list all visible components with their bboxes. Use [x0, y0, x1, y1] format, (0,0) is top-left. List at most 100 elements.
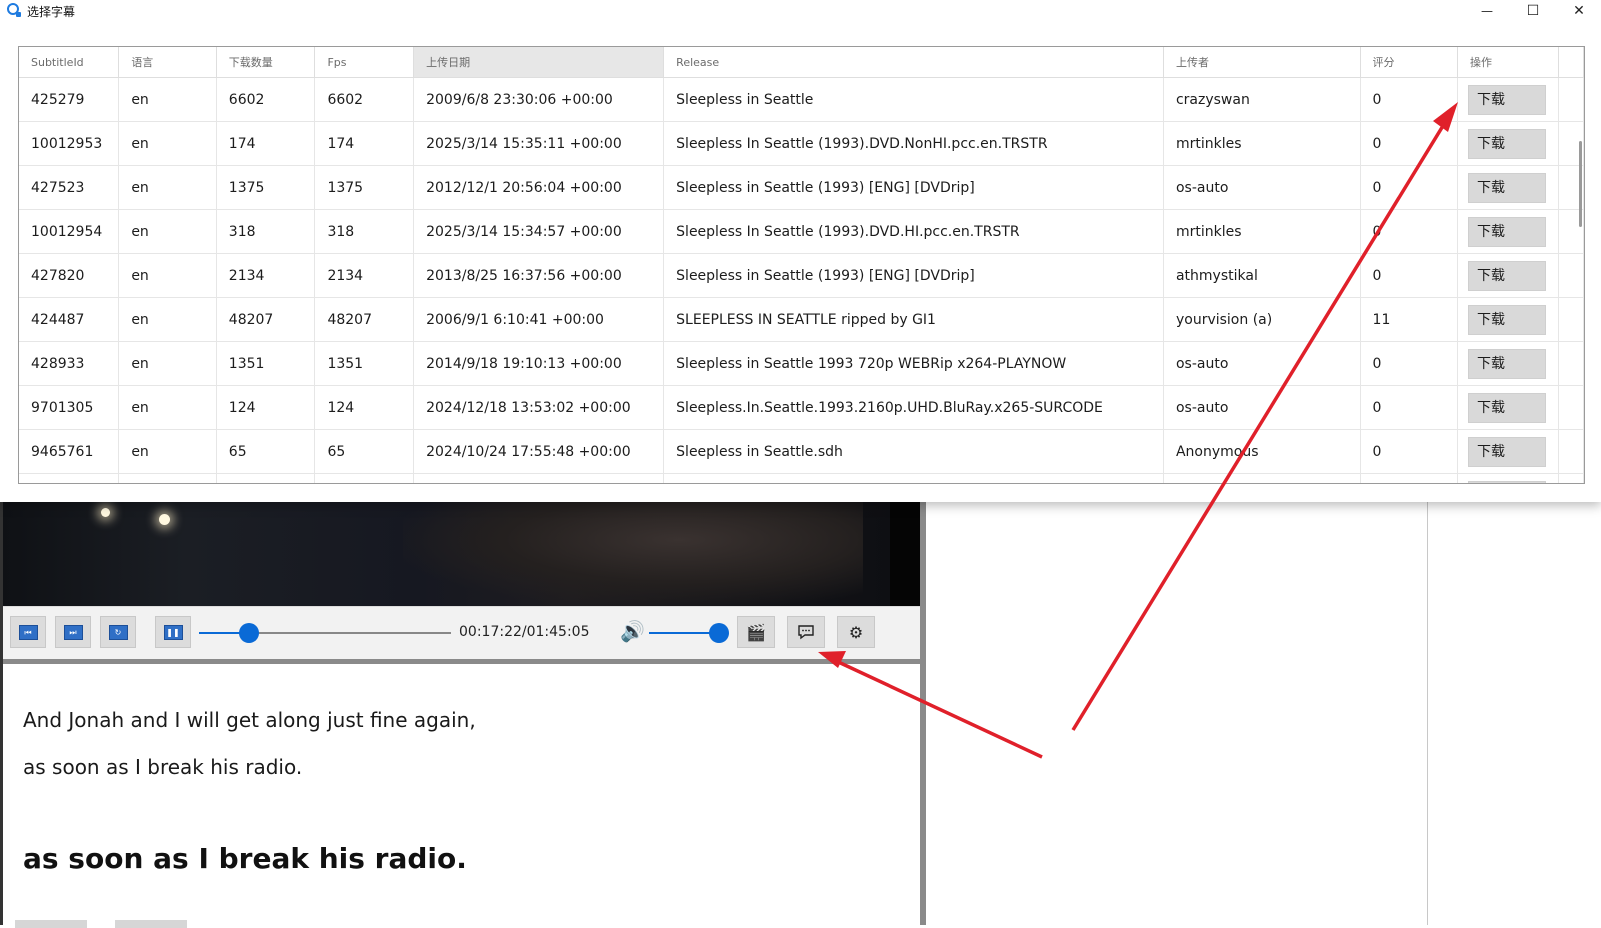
- video-button[interactable]: 🎬: [737, 616, 775, 648]
- video-light: [159, 514, 170, 525]
- download-button[interactable]: 下载: [1468, 128, 1547, 159]
- cell-fps: 2134: [314, 253, 415, 298]
- cell-upload-date: 2025/3/14 15:34:57 +00:00: [413, 209, 665, 254]
- table-row[interactable]: 427523 en 1375 1375 2012/12/1 20:56:04 +…: [19, 165, 1584, 210]
- column-header-filler: [1558, 47, 1584, 78]
- gear-icon: ⚙: [848, 622, 864, 642]
- cell-release: Sleepless in Seattle 1993 720p WEBRip x2…: [663, 341, 1164, 386]
- download-button[interactable]: 下载: [1468, 436, 1547, 467]
- cell-upload-date: 2024/12/18 13:53:02 +00:00: [413, 385, 665, 430]
- pause-icon: ❚❚: [163, 624, 183, 640]
- cell-fps: 1351: [314, 341, 415, 386]
- table-row[interactable]: 9465761 en 65 65 2024/10/24 17:55:48 +00…: [19, 429, 1584, 474]
- subtitle-button[interactable]: [787, 616, 825, 648]
- table-row-partial[interactable]: [19, 473, 1584, 483]
- table-row[interactable]: 425279 en 6602 6602 2009/6/8 23:30:06 +0…: [19, 77, 1584, 122]
- download-button[interactable]: 下载: [1468, 84, 1547, 115]
- cell-action: 下载: [1457, 165, 1559, 210]
- subtitle-line[interactable]: as soon as I break his radio.: [23, 755, 302, 779]
- download-button[interactable]: 下载: [1468, 348, 1547, 379]
- cell-rating: 0: [1360, 77, 1459, 122]
- table-row[interactable]: 9701305 en 124 124 2024/12/18 13:53:02 +…: [19, 385, 1584, 430]
- cell-release: Sleepless in Seattle (1993) [ENG] [DVDri…: [663, 253, 1164, 298]
- cell-downloads: 65: [216, 429, 316, 474]
- cell-upload-date: 2012/12/1 20:56:04 +00:00: [413, 165, 665, 210]
- cell-fps: 174: [314, 121, 415, 166]
- table-row[interactable]: 427820 en 2134 2134 2013/8/25 16:37:56 +…: [19, 253, 1584, 298]
- column-header-uploader[interactable]: 上传者: [1163, 47, 1361, 78]
- download-button[interactable]: 下载: [1468, 392, 1547, 423]
- cell-fps: 6602: [314, 77, 415, 122]
- cell-rating: 0: [1360, 253, 1459, 298]
- cell-language: en: [118, 297, 217, 342]
- next-button[interactable]: ⏭: [55, 616, 91, 648]
- progress-knob[interactable]: [239, 623, 260, 643]
- cell-downloads: 318: [216, 209, 316, 254]
- volume-knob[interactable]: [709, 623, 729, 643]
- column-header-release[interactable]: Release: [663, 47, 1164, 78]
- cell-rating: 0: [1360, 121, 1459, 166]
- column-header-downloads[interactable]: 下载数量: [216, 47, 316, 78]
- cell-upload-date: 2014/9/18 19:10:13 +00:00: [413, 341, 665, 386]
- column-header-subtitleid[interactable]: SubtitleId: [19, 47, 120, 78]
- speaker-icon[interactable]: 🔊: [620, 619, 645, 643]
- cell-language: en: [118, 165, 217, 210]
- cell-uploader: Anonymous: [1163, 429, 1361, 474]
- column-header-language[interactable]: 语言: [118, 47, 217, 78]
- cell-downloads: 1375: [216, 165, 316, 210]
- download-button[interactable]: 下载: [1468, 260, 1547, 291]
- previous-button[interactable]: ⏮: [10, 616, 46, 648]
- cell-fps: 65: [314, 429, 415, 474]
- panel-button[interactable]: [15, 920, 87, 928]
- cell-action: 下载: [1457, 297, 1559, 342]
- download-button[interactable]: 下载: [1468, 216, 1547, 247]
- clapperboard-icon: 🎬: [746, 622, 766, 642]
- download-button[interactable]: [1468, 480, 1547, 483]
- cell-fps: 1375: [314, 165, 415, 210]
- cell-uploader: crazyswan: [1163, 77, 1361, 122]
- maximize-button[interactable]: ☐: [1511, 0, 1555, 22]
- cell-upload-date: 2024/10/24 17:55:48 +00:00: [413, 429, 665, 474]
- cell-release: Sleepless in Seattle.sdh: [663, 429, 1164, 474]
- video-frame[interactable]: [3, 496, 920, 606]
- titlebar: 选择字幕 — ☐ ✕: [0, 0, 1601, 22]
- cell-release: Sleepless In Seattle (1993).DVD.HI.pcc.e…: [663, 209, 1164, 254]
- subtitle-line[interactable]: And Jonah and I will get along just fine…: [23, 708, 476, 732]
- settings-button[interactable]: ⚙: [837, 616, 875, 648]
- cell-uploader: os-auto: [1163, 341, 1361, 386]
- download-button[interactable]: 下载: [1468, 304, 1547, 335]
- table-row[interactable]: 424487 en 48207 48207 2006/9/1 6:10:41 +…: [19, 297, 1584, 342]
- close-button[interactable]: ✕: [1557, 0, 1601, 22]
- table-row[interactable]: 10012953 en 174 174 2025/3/14 15:35:11 +…: [19, 121, 1584, 166]
- cell-uploader: os-auto: [1163, 385, 1361, 430]
- column-header-rating[interactable]: 评分: [1360, 47, 1459, 78]
- cell-uploader: mrtinkles: [1163, 121, 1361, 166]
- minimize-button[interactable]: —: [1465, 0, 1509, 22]
- download-button[interactable]: 下载: [1468, 172, 1547, 203]
- column-header-upload-date[interactable]: 上传日期: [413, 47, 665, 78]
- cell-uploader: mrtinkles: [1163, 209, 1361, 254]
- time-display: 00:17:22/01:45:05: [459, 624, 590, 640]
- panel-button[interactable]: [115, 920, 187, 928]
- splitter[interactable]: [920, 496, 926, 925]
- vertical-scrollbar[interactable]: [1579, 141, 1582, 227]
- column-header-fps[interactable]: Fps: [314, 47, 415, 78]
- pause-button[interactable]: ❚❚: [155, 616, 191, 648]
- table-row[interactable]: 10012954 en 318 318 2025/3/14 15:34:57 +…: [19, 209, 1584, 254]
- repeat-button[interactable]: ↻: [100, 616, 136, 648]
- table-row[interactable]: 428933 en 1351 1351 2014/9/18 19:10:13 +…: [19, 341, 1584, 386]
- cell-rating: 0: [1360, 385, 1459, 430]
- pane-border: [1427, 496, 1428, 925]
- cell-action: 下载: [1457, 341, 1559, 386]
- cell-filler: [1558, 253, 1584, 298]
- column-header-action[interactable]: 操作: [1457, 47, 1559, 78]
- cell-uploader: athmystikal: [1163, 253, 1361, 298]
- select-subtitle-dialog: 选择字幕 — ☐ ✕ SubtitleId 语言 下载数量 Fps 上传日期 R…: [0, 0, 1601, 502]
- cell-subtitle-id: 428933: [19, 341, 120, 386]
- video-dark-edge: [890, 496, 920, 606]
- cell-action: [1457, 473, 1559, 483]
- cell-filler: [1558, 77, 1584, 122]
- cell-upload-date: 2009/6/8 23:30:06 +00:00: [413, 77, 665, 122]
- cell-uploader: os-auto: [1163, 165, 1361, 210]
- cell-rating: 0: [1360, 165, 1459, 210]
